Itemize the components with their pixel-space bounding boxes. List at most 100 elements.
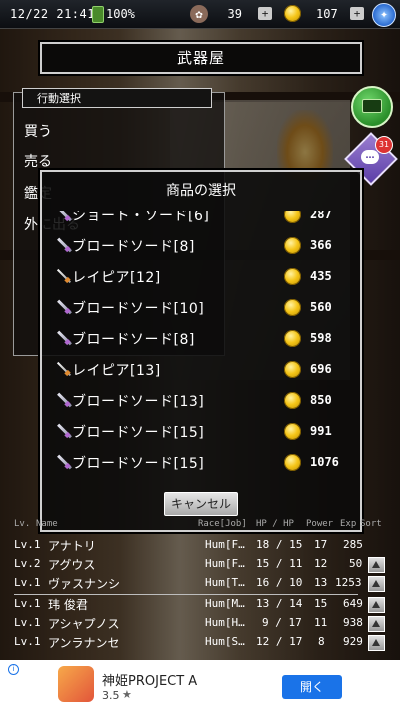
member-exp: 929: [343, 635, 363, 648]
party-row[interactable]: Lv.1 アンラナンセ Hum[S… 12 / 17 8 929: [0, 633, 400, 652]
sword-icon: [56, 423, 72, 439]
party-table: Lv. Name Race[Job] HP / HP Power Exp Sor…: [0, 516, 400, 660]
sort-up-button[interactable]: [368, 576, 385, 592]
member-exp: 285: [343, 538, 363, 551]
item-name: ブロードソード[8]: [72, 239, 195, 255]
member-power: 13: [314, 576, 328, 589]
col-power: Power: [306, 519, 334, 529]
item-row[interactable]: ショート・ソード[6] 287: [52, 211, 348, 230]
member-level: Lv.1: [14, 576, 41, 589]
item-name: ブロードソード[8]: [72, 332, 195, 348]
member-name: アグウス: [48, 558, 96, 572]
party-row[interactable]: Lv.1 ヴァスナンシ Hum[T… 16 / 10 13 1253: [0, 574, 400, 593]
gold-coin-icon: [284, 392, 301, 409]
add-tickets-button[interactable]: +: [258, 7, 272, 20]
item-row[interactable]: ブロードソード[8] 366: [52, 230, 348, 261]
action-menu-header: 行動選択: [22, 88, 212, 108]
item-price: 287: [310, 211, 332, 221]
sword-icon: [56, 211, 72, 222]
action-buy[interactable]: 買う: [24, 121, 52, 141]
sort-up-button[interactable]: [368, 635, 385, 651]
member-name: アンラナンセ: [48, 636, 120, 650]
rabbit-icon: ✿: [190, 5, 208, 23]
item-price: 598: [310, 331, 332, 345]
member-power: 15: [314, 597, 328, 610]
member-hp: 9 / 17: [262, 616, 302, 629]
item-selection-dialog: 商品の選択 ショート・ソード[6] 287 ブロードソード[8] 366 レイピ…: [40, 170, 362, 532]
item-row[interactable]: ブロードソード[10] 560: [52, 292, 348, 323]
info-icon[interactable]: i: [8, 664, 19, 675]
item-row[interactable]: ブロードソード[15] 991: [52, 416, 348, 447]
member-level: Lv.1: [14, 538, 41, 551]
tv-icon[interactable]: [351, 86, 393, 128]
item-name: レイピア[12]: [72, 270, 161, 286]
settings-icon[interactable]: ✦: [372, 3, 396, 27]
cancel-button[interactable]: キャンセル: [164, 492, 238, 516]
col-name: Name: [36, 519, 58, 529]
member-power: 11: [314, 616, 328, 629]
item-name: ショート・ソード[6]: [72, 211, 210, 224]
item-name: レイピア[13]: [72, 363, 161, 379]
sword-icon: [56, 392, 72, 408]
action-sell[interactable]: 売る: [24, 151, 52, 171]
sword-icon: [56, 299, 72, 315]
member-race: Hum[F…: [205, 538, 245, 551]
item-price: 991: [310, 424, 332, 438]
ticket-count: 39: [227, 7, 242, 21]
member-hp: 12 / 17: [256, 635, 303, 648]
col-exp: Exp: [340, 519, 357, 529]
party-table-header: Lv. Name Race[Job] HP / HP Power Exp Sor…: [14, 519, 394, 533]
member-exp: 50: [349, 557, 363, 570]
member-power: 12: [314, 557, 328, 570]
gold-coin-icon: [284, 237, 301, 254]
member-hp: 18 / 15: [256, 538, 303, 551]
party-row[interactable]: Lv.1 アナトリ Hum[F… 18 / 15 17 285: [0, 536, 400, 555]
member-exp: 1253: [335, 576, 362, 589]
shop-title: 武器屋: [40, 42, 362, 74]
member-hp: 16 / 10: [256, 576, 303, 589]
sword-icon: [56, 237, 72, 253]
star-icon: ★: [122, 688, 132, 701]
member-power: 17: [314, 538, 328, 551]
add-gold-button[interactable]: +: [350, 7, 364, 20]
member-name: アシャプノス: [48, 617, 120, 631]
member-exp: 649: [343, 597, 363, 610]
status-bar: 12/22 21:41 100% ✿ 39 + 107 + ✦: [0, 0, 400, 29]
ad-title: 神姫PROJECT A: [102, 674, 198, 689]
gold-coin-icon: [284, 211, 301, 223]
item-price: 696: [310, 362, 332, 376]
member-race: Hum[S…: [205, 635, 245, 648]
member-level: Lv.1: [14, 597, 41, 610]
sword-icon: [56, 330, 72, 346]
ad-banner[interactable]: i 神姫PROJECT A 3.5 ★ 開く: [0, 660, 400, 711]
gold-coin-icon: [284, 5, 301, 22]
gold-coin-icon: [284, 330, 301, 347]
party-row[interactable]: Lv.1 玮 俊君 Hum[M… 13 / 14 15 649: [0, 595, 400, 614]
col-hp: HP / HP: [256, 519, 294, 529]
item-row[interactable]: レイピア[13] 696: [52, 354, 348, 385]
item-name: ブロードソード[15]: [72, 456, 205, 472]
member-race: Hum[H…: [205, 616, 245, 629]
item-row[interactable]: レイピア[12] 435: [52, 261, 348, 292]
party-row[interactable]: Lv.2 アグウス Hum[F… 15 / 11 12 50: [0, 555, 400, 574]
sword-icon: [56, 454, 72, 470]
item-row[interactable]: ブロードソード[15] 1076: [52, 447, 348, 478]
gold-coin-icon: [284, 423, 301, 440]
sort-up-button[interactable]: [368, 616, 385, 632]
member-level: Lv.1: [14, 616, 41, 629]
item-row[interactable]: ブロードソード[8] 598: [52, 323, 348, 354]
item-list[interactable]: ショート・ソード[6] 287 ブロードソード[8] 366 レイピア[12] …: [52, 211, 348, 483]
gold-coin-icon: [284, 268, 301, 285]
sort-up-button[interactable]: [368, 597, 385, 613]
battery-icon: [92, 6, 104, 23]
member-exp: 938: [343, 616, 363, 629]
item-row[interactable]: ブロードソード[13] 850: [52, 385, 348, 416]
clock: 12/22 21:41: [10, 7, 95, 21]
party-row[interactable]: Lv.1 アシャプノス Hum[H… 9 / 17 11 938: [0, 614, 400, 633]
member-name: 玮 俊君: [48, 598, 88, 612]
open-button[interactable]: 開く: [282, 675, 342, 699]
item-price: 435: [310, 269, 332, 283]
sort-up-button[interactable]: [368, 557, 385, 573]
item-name: ブロードソード[15]: [72, 425, 205, 441]
member-hp: 15 / 11: [256, 557, 303, 570]
